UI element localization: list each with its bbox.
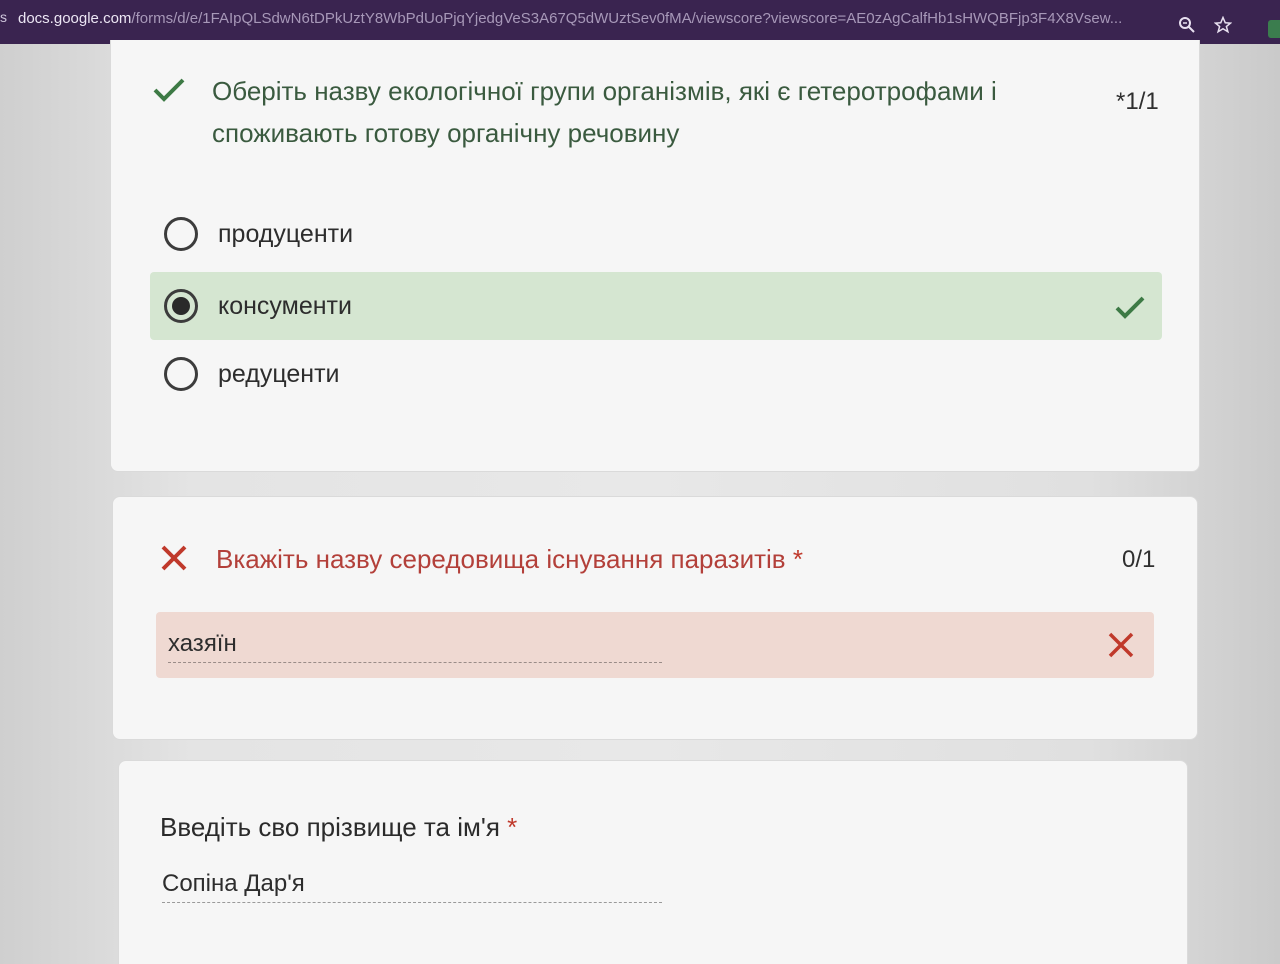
required-mark: * <box>507 812 518 842</box>
url-host: docs.google.com <box>18 9 132 27</box>
correct-check-icon <box>153 78 185 102</box>
required-mark: * <box>792 544 803 574</box>
radio-dot <box>172 297 190 315</box>
question-title-text: Вкажіть назву середовища існування параз… <box>216 544 786 574</box>
extension-badge[interactable] <box>1268 20 1280 38</box>
radio-option-produtsenty[interactable]: продуценти <box>150 200 1162 268</box>
answer-value: хазяїн <box>168 630 237 657</box>
answer-field[interactable]: хазяїн <box>156 612 1154 678</box>
question-score: *1/1 <box>1116 88 1159 115</box>
url-path: /forms/d/e/1FAIpQLSdwN6tDPkUztY8WbPdUoPj… <box>131 9 1123 27</box>
name-answer-underline <box>162 902 662 903</box>
radio-button[interactable] <box>164 217 198 251</box>
correct-answer-check-icon <box>1115 296 1145 319</box>
question-title: Введіть сво прізвище та ім'я * <box>160 806 960 848</box>
incorrect-cross-icon <box>161 545 187 571</box>
question-title: Вкажіть назву середовища існування параз… <box>216 538 1096 580</box>
question-card-3 <box>118 760 1188 964</box>
question-score: 0/1 <box>1122 546 1156 573</box>
zoom-icon[interactable] <box>1178 16 1196 39</box>
url-field[interactable]: docs.google.com/forms/d/e/1FAIpQLSdwN6tD… <box>18 10 1168 27</box>
question-title: Оберіть назву екологічної групи організм… <box>212 76 997 148</box>
option-label: продуценти <box>218 219 354 248</box>
radio-button[interactable] <box>164 357 198 391</box>
star-icon[interactable] <box>1213 15 1233 39</box>
radio-option-konsumenty[interactable]: консументи <box>150 272 1162 340</box>
browser-address-bar[interactable]: s docs.google.com/forms/d/e/1FAIpQLSdwN6… <box>0 0 1280 44</box>
name-answer-value: Сопіна Дар'я <box>162 870 305 897</box>
question-title-text: Введіть сво прізвище та ім'я <box>160 812 500 842</box>
answer-underline <box>168 662 662 663</box>
radio-option-redutsenty[interactable]: редуценти <box>150 340 1162 408</box>
option-label: редуценти <box>218 359 340 388</box>
tab-edge-mark: s <box>0 9 7 25</box>
radio-button-selected[interactable] <box>164 289 198 323</box>
address-bar-icons <box>1178 15 1233 39</box>
option-label: консументи <box>218 291 352 320</box>
wrong-answer-cross-icon <box>1108 632 1134 658</box>
